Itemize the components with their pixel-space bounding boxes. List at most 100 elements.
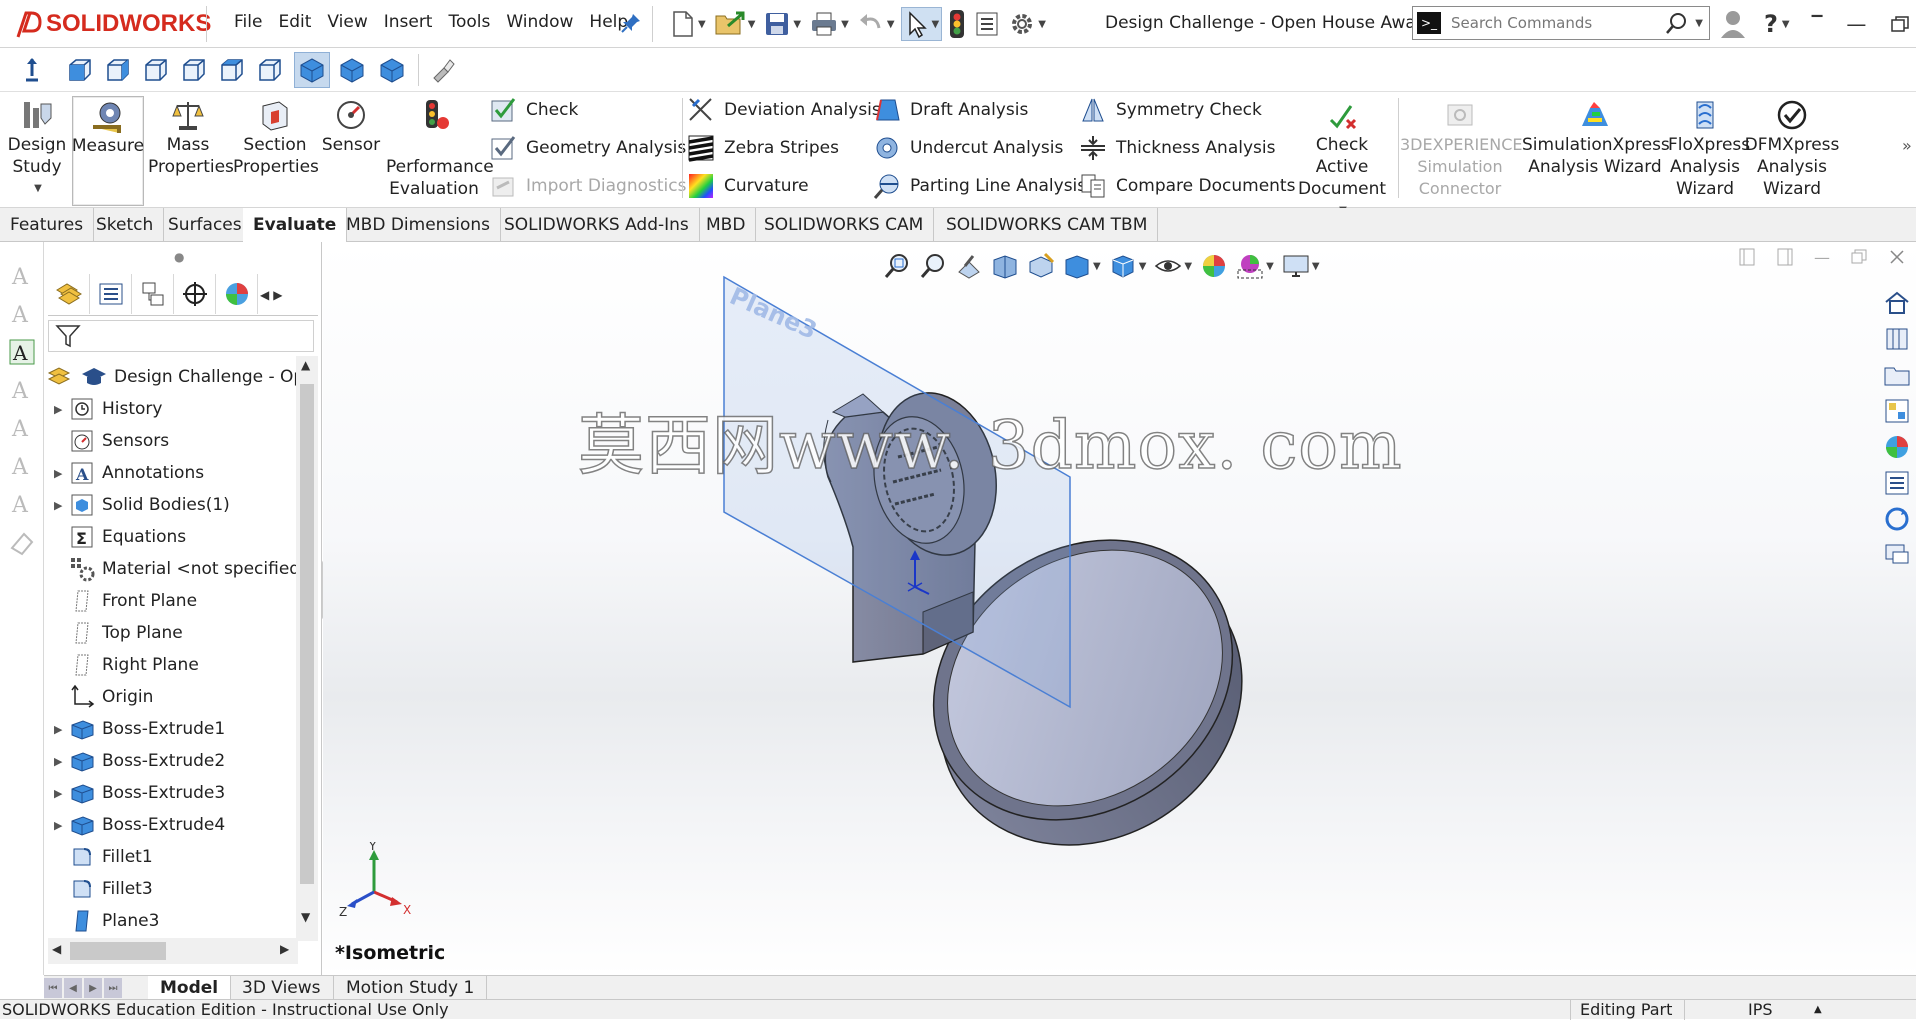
tree-item-equations[interactable]: Σ Equations <box>44 522 186 552</box>
help-icon[interactable]: ? <box>1764 10 1778 38</box>
tree-horizontal-scrollbar[interactable]: ◀ ▶ <box>48 938 298 964</box>
tree-item-sensors[interactable]: Sensors <box>44 426 169 456</box>
menu-edit[interactable]: Edit <box>270 12 319 32</box>
compare-documents-button[interactable]: Compare Documents <box>1078 170 1295 202</box>
undercut-analysis-button[interactable]: Undercut Analysis <box>872 132 1063 164</box>
tree-item-front-plane[interactable]: Front Plane <box>44 586 197 616</box>
tree-item-annotations[interactable]: ▶ A Annotations <box>44 458 204 488</box>
view-isometric-button[interactable] <box>294 52 330 88</box>
view-front-button[interactable] <box>62 52 98 88</box>
menu-view[interactable]: View <box>319 12 375 32</box>
tab-motion-study-1[interactable]: Motion Study 1 <box>334 976 488 1000</box>
pin-menu-icon[interactable] <box>620 12 642 34</box>
mass-properties-button[interactable]: Mass Properties <box>146 96 234 178</box>
file-properties-button[interactable] <box>972 7 1002 41</box>
menu-tools[interactable]: Tools <box>440 12 498 32</box>
prev-tab-icon[interactable]: ◀ <box>64 978 82 998</box>
dfmxpress-button[interactable]: DFMXpress Analysis Wizard <box>1744 96 1840 200</box>
search-input[interactable]: Search Commands <box>1451 14 1665 32</box>
tab-mbd-dimensions[interactable]: MBD Dimensions <box>336 208 502 242</box>
options-button[interactable]: ▼ <box>1006 7 1048 41</box>
undo-button[interactable]: ▼ <box>855 7 897 41</box>
tree-item-plane3[interactable]: Plane3 <box>44 906 159 934</box>
floxpress-button[interactable]: FloXpress Analysis Wizard <box>1668 96 1750 200</box>
ribbon-more-chevron-icon[interactable]: » <box>1902 136 1912 155</box>
tree-item-history[interactable]: ▶ History <box>44 394 162 424</box>
menu-window[interactable]: Window <box>498 12 581 32</box>
zebra-stripes-button[interactable]: Zebra Stripes <box>686 132 839 164</box>
annotation-active-icon[interactable]: A <box>8 338 36 366</box>
thickness-analysis-button[interactable]: Thickness Analysis <box>1078 132 1275 164</box>
eraser-tool-icon[interactable] <box>8 528 36 556</box>
tab-surfaces[interactable]: Surfaces <box>158 208 253 242</box>
graphics-area[interactable]: ▼ ▼ ▼ ▼ ▼ — Plane3 莫西网www. 3dmox. com Y … <box>323 242 1916 975</box>
deviation-analysis-button[interactable]: Deviation Analysis <box>686 94 881 126</box>
tab-solidworks-cam-tbm[interactable]: SOLIDWORKS CAM TBM <box>936 208 1159 242</box>
view-back-button[interactable] <box>100 52 136 88</box>
panel-grip-icon[interactable]: ● <box>174 250 184 264</box>
performance-evaluation-button[interactable]: Performance Evaluation <box>384 96 494 200</box>
panel-tab-next-icon[interactable]: ▶ <box>273 288 282 302</box>
tree-item-boss-extrude4[interactable]: ▶ Boss-Extrude4 <box>44 810 225 840</box>
tab-mbd[interactable]: MBD <box>696 208 757 242</box>
collapse-icon[interactable]: ▔ <box>1812 16 1823 32</box>
tab-solidworks-add-ins[interactable]: SOLIDWORKS Add-Ins <box>494 208 700 242</box>
minimize-icon[interactable]: — <box>1846 12 1866 36</box>
view-trimetric-button[interactable] <box>334 52 370 88</box>
new-document-button[interactable]: ▼ <box>668 7 708 41</box>
tab-features[interactable]: Features <box>0 208 95 242</box>
view-dimetric-button[interactable] <box>374 52 410 88</box>
dimxpert-manager-tab[interactable] <box>174 274 216 314</box>
text-tool-icon[interactable]: A <box>8 452 36 480</box>
configuration-manager-tab[interactable] <box>132 274 174 314</box>
feature-manager-tab[interactable] <box>48 274 90 314</box>
save-button[interactable]: ▼ <box>761 7 803 41</box>
menu-insert[interactable]: Insert <box>376 12 441 32</box>
open-button[interactable]: ▼ <box>712 7 758 41</box>
scroll-right-icon[interactable]: ▶ <box>280 942 289 956</box>
rebuild-button[interactable] <box>946 7 968 41</box>
tree-item-origin[interactable]: Origin <box>44 682 153 712</box>
sensor-button[interactable]: Sensor <box>318 96 384 156</box>
hscroll-thumb[interactable] <box>70 942 166 960</box>
tab-model[interactable]: Model <box>148 976 232 1000</box>
design-study-button[interactable]: Design Study ▼ <box>4 96 70 200</box>
import-diagnostics-button[interactable]: Import Diagnostics <box>488 170 686 202</box>
text-tool-icon[interactable]: A <box>8 490 36 518</box>
view-right-button[interactable] <box>176 52 212 88</box>
panel-tab-prev-icon[interactable]: ◀ <box>260 288 269 302</box>
view-bottom-button[interactable] <box>252 52 288 88</box>
tab-sketch[interactable]: Sketch <box>86 208 165 242</box>
property-manager-tab[interactable] <box>90 274 132 314</box>
measure-button[interactable]: Measure <box>72 96 144 206</box>
tree-item-boss-extrude1[interactable]: ▶ Boss-Extrude1 <box>44 714 225 744</box>
tab-evaluate[interactable]: Evaluate <box>243 208 348 243</box>
parting-line-analysis-button[interactable]: Parting Line Analysis <box>872 170 1086 202</box>
units-caret-icon[interactable]: ▲ <box>1814 1000 1822 1020</box>
first-tab-icon[interactable]: ⏮ <box>44 978 62 998</box>
curvature-button[interactable]: Curvature <box>686 170 809 202</box>
restore-icon[interactable] <box>1890 15 1910 33</box>
user-icon[interactable] <box>1718 8 1748 40</box>
select-button[interactable]: ▼ <box>900 7 943 41</box>
text-tool-icon[interactable]: A <box>8 300 36 328</box>
view-top-button[interactable] <box>214 52 250 88</box>
view-selector-button[interactable] <box>424 52 460 88</box>
next-tab-icon[interactable]: ▶ <box>84 978 102 998</box>
3dexperience-simulation-connector-button[interactable]: 3DEXPERIENCE Simulation Connector <box>1400 96 1523 200</box>
tree-filter[interactable] <box>48 320 314 352</box>
tab-3d-views[interactable]: 3D Views <box>230 976 334 1000</box>
tree-item-fillet1[interactable]: Fillet1 <box>44 842 153 872</box>
scroll-thumb[interactable] <box>300 384 314 884</box>
solidworks-logo[interactable]: SOLIDWORKS <box>14 4 211 44</box>
view-left-button[interactable] <box>138 52 174 88</box>
tree-item-boss-extrude2[interactable]: ▶ Boss-Extrude2 <box>44 746 225 776</box>
tree-item-top-plane[interactable]: Top Plane <box>44 618 183 648</box>
draft-analysis-button[interactable]: Draft Analysis <box>872 94 1028 126</box>
part-model-3d[interactable]: Plane3 <box>323 242 1916 975</box>
check-active-document-button[interactable]: Check Active Document ▼ <box>1288 96 1396 222</box>
section-properties-button[interactable]: Section Properties <box>232 96 319 178</box>
symmetry-check-button[interactable]: Symmetry Check <box>1078 94 1262 126</box>
text-tool-icon[interactable]: A <box>8 376 36 404</box>
tree-item-material[interactable]: Material <not specified> <box>44 554 296 584</box>
